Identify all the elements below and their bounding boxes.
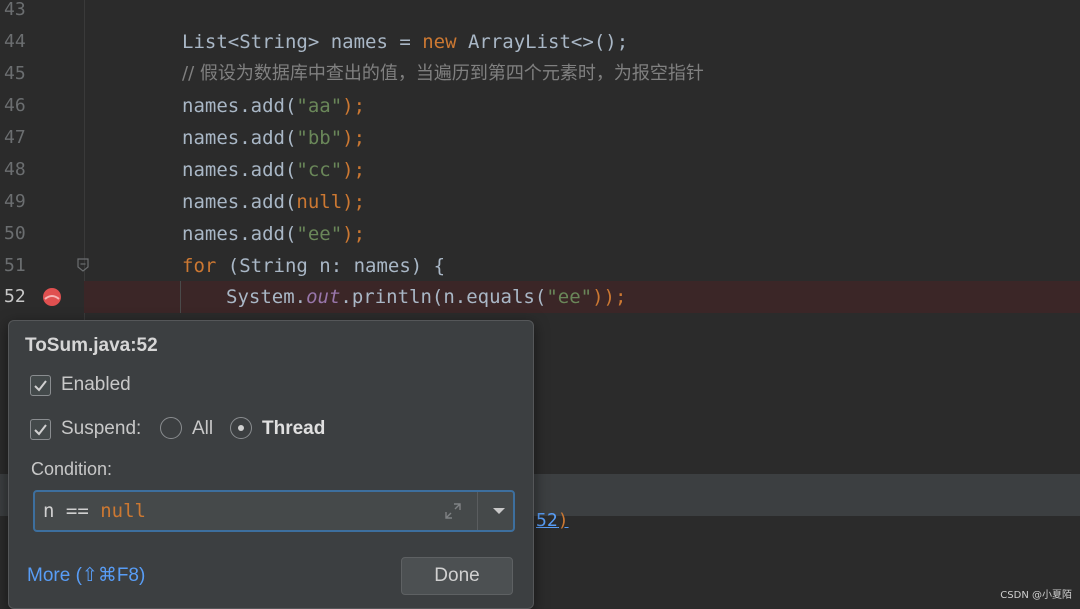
radio-thread-label: Thread: [262, 418, 326, 439]
condition-value: n == null: [43, 500, 146, 522]
code-line: List<String> names = new ArrayList<>();: [182, 31, 629, 53]
code-line: names.add("bb");: [182, 127, 366, 149]
line-number: 48: [4, 159, 26, 180]
code-line-breakpoint: System.out.println(n.equals("ee"));: [226, 286, 627, 308]
checkmark-icon: [34, 380, 47, 392]
line-number: 50: [4, 223, 26, 244]
code-line: names.add("cc");: [182, 159, 366, 181]
condition-label: Condition:: [31, 459, 113, 479]
done-button[interactable]: Done: [401, 557, 513, 595]
suspend-label: Suspend:: [61, 418, 142, 439]
breakpoint-icon[interactable]: [42, 287, 62, 307]
more-link[interactable]: More (⇧⌘F8): [27, 564, 145, 587]
watermark: CSDN @小夏陌: [1000, 590, 1072, 601]
radio-all[interactable]: [160, 417, 182, 439]
indent-guide: [180, 281, 181, 313]
fold-marker-icon[interactable]: [77, 258, 89, 272]
expand-icon[interactable]: [443, 501, 463, 521]
code-line: for (String n: names) {: [182, 255, 446, 277]
code-comment: // 假设为数据库中查出的值，当遍历到第四个元素时，为报空指针: [182, 63, 704, 84]
checkmark-icon: [34, 424, 47, 436]
line-number: 43: [4, 0, 26, 20]
line-number: 47: [4, 127, 26, 148]
enabled-checkbox[interactable]: [30, 375, 51, 396]
condition-input[interactable]: n == null: [33, 490, 515, 532]
chevron-down-icon[interactable]: [485, 492, 513, 530]
dropdown-separator: [477, 492, 478, 530]
line-number-current: 52: [4, 286, 26, 307]
line-number: 45: [4, 63, 26, 84]
code-line: names.add(null);: [182, 191, 366, 213]
radio-selected-dot: [238, 425, 244, 431]
radio-all-label: All: [192, 418, 214, 439]
line-number: 46: [4, 95, 26, 116]
radio-thread[interactable]: [230, 417, 252, 439]
stack-frame-link[interactable]: 52): [536, 510, 569, 531]
code-line: names.add("aa");: [182, 95, 366, 117]
line-number: 49: [4, 191, 26, 212]
enabled-label: Enabled: [61, 374, 131, 395]
line-number: 44: [4, 31, 26, 52]
line-number: 51: [4, 255, 26, 276]
suspend-checkbox[interactable]: [30, 419, 51, 440]
breakpoint-popup: ToSum.java:52 Enabled Suspend: All Threa…: [8, 320, 534, 609]
code-line: names.add("ee");: [182, 223, 366, 245]
popup-title: ToSum.java:52: [25, 335, 158, 356]
